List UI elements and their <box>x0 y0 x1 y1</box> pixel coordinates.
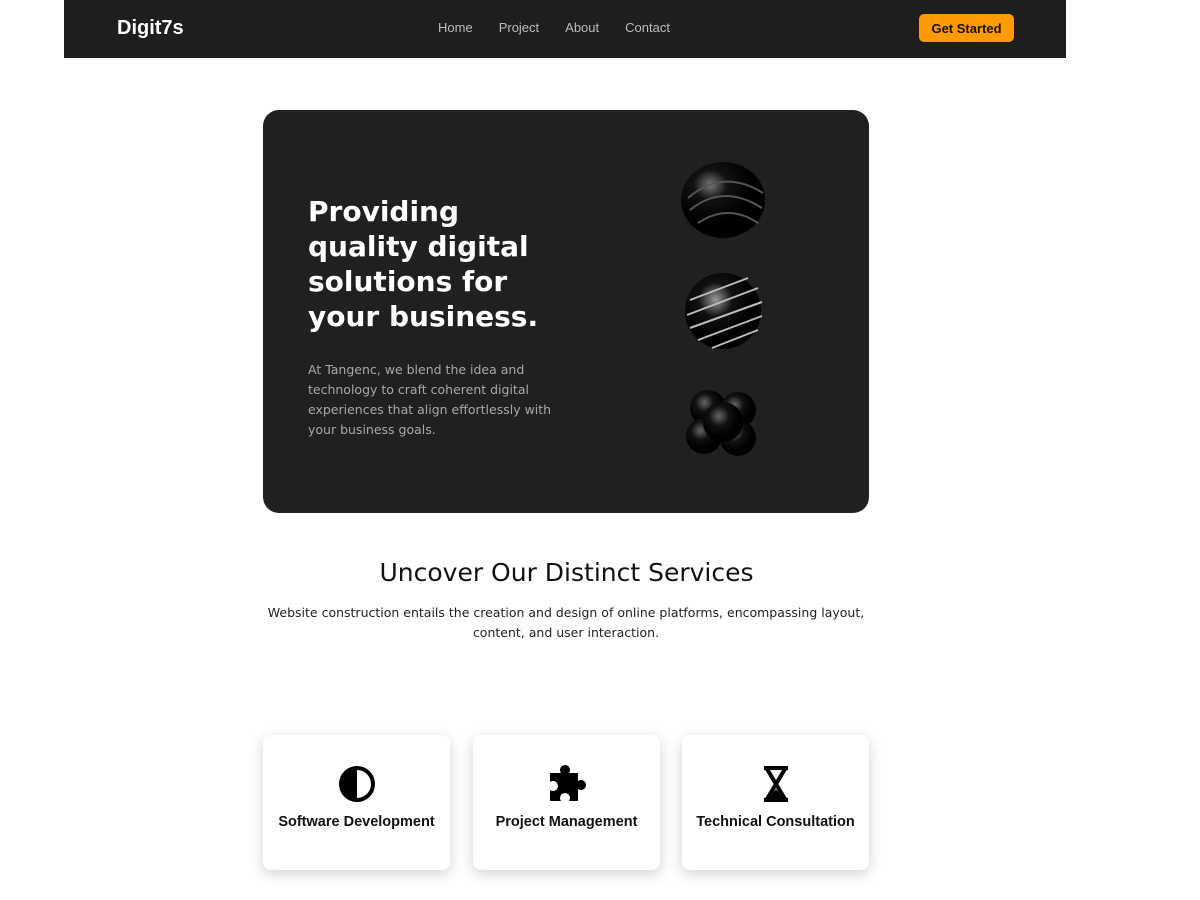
services-description: Website construction entails the creatio… <box>267 605 865 640</box>
hourglass-icon <box>763 766 788 802</box>
nav-about[interactable]: About <box>565 20 599 35</box>
nav-project[interactable]: Project <box>499 20 539 35</box>
abstract-shape-3 <box>686 390 756 456</box>
nav-home[interactable]: Home <box>438 20 473 35</box>
service-card-technical-consultation[interactable]: Technical Consultation <box>682 735 869 870</box>
hero-title: Providing quality digital solutions for … <box>308 195 539 333</box>
nav-links: Home Project About Contact <box>438 20 670 35</box>
service-label: Project Management <box>495 814 638 830</box>
hero-card: Providing quality digital solutions for … <box>263 110 869 513</box>
get-started-button[interactable]: Get Started <box>919 14 1014 42</box>
half-circle-icon <box>338 766 375 802</box>
service-card-software-development[interactable]: Software Development <box>263 735 450 870</box>
hero-description: At Tangenc, we blend the idea and techno… <box>308 362 552 437</box>
logo[interactable]: Digit7s <box>117 17 184 40</box>
services-title: Uncover Our Distinct Services <box>379 558 754 587</box>
abstract-shape-2 <box>685 273 763 349</box>
service-card-project-management[interactable]: Project Management <box>473 735 660 870</box>
service-label: Technical Consultation <box>696 814 855 830</box>
abstract-shape-1 <box>681 162 765 238</box>
service-label: Software Development <box>278 814 435 830</box>
top-navbar: Digit7s Home Project About Contact Get S… <box>64 0 1066 58</box>
nav-contact[interactable]: Contact <box>625 20 670 35</box>
puzzle-icon <box>549 765 586 801</box>
